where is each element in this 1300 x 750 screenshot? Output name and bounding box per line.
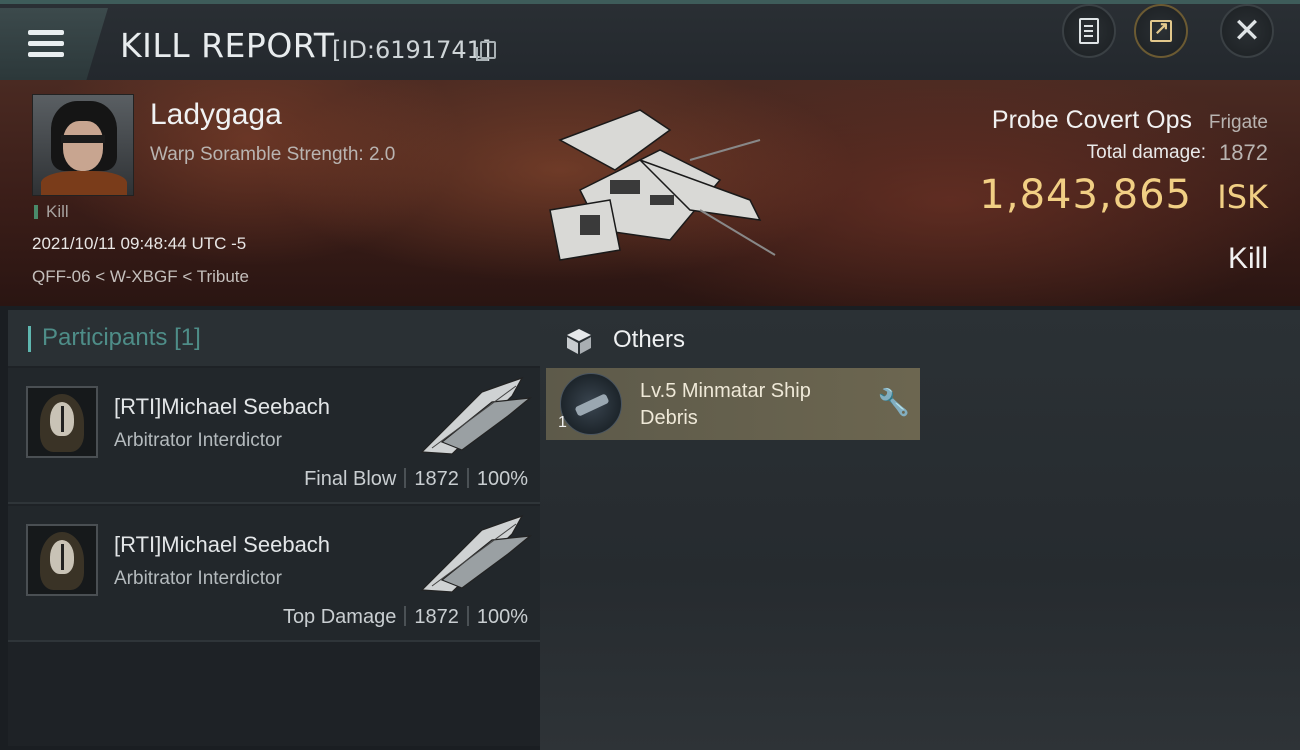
copy-icon[interactable] (476, 41, 496, 61)
cube-icon (567, 329, 591, 354)
others-title: Others (613, 326, 686, 353)
warp-scramble-strength: Warp Soramble Strength: 2.0 (150, 144, 396, 165)
participant-ship: Arbitrator Interdictor (114, 568, 282, 589)
avatar-mask-slit (61, 406, 64, 432)
participants-title: Participants (42, 324, 168, 351)
others-panel: Others 1 Lv.5 Minmatar Ship Debris 🔧 (540, 310, 1300, 750)
share-icon (1150, 18, 1172, 42)
portrait-suit (41, 171, 127, 195)
participant-ship-image[interactable] (412, 510, 534, 600)
isk-unit: ISK (1217, 178, 1268, 216)
kill-tag: Kill (34, 203, 69, 220)
report-icon (1079, 18, 1099, 44)
menu-icon-bar (28, 41, 64, 46)
participant-row[interactable]: [RTI]Michael Seebach Arbitrator Interdic… (8, 506, 540, 642)
item-card[interactable]: 1 Lv.5 Minmatar Ship Debris 🔧 (546, 368, 920, 440)
participants-tab[interactable]: Participants [1] (8, 310, 540, 366)
menu-icon (28, 30, 64, 35)
share-button[interactable] (1134, 4, 1188, 58)
participant-damage: 1872 (414, 606, 459, 628)
divider (404, 468, 407, 488)
menu-icon-bar (28, 52, 64, 57)
participant-damage: 1872 (414, 468, 459, 490)
avatar-mask-slit (61, 544, 64, 570)
isk-value: 1,843,865 (979, 172, 1192, 218)
total-damage-value: 1872 (1219, 140, 1268, 165)
participant-row[interactable]: [RTI]Michael Seebach Arbitrator Interdic… (8, 368, 540, 504)
avatar[interactable] (26, 524, 98, 596)
participant-role: Final Blow (304, 468, 397, 490)
divider (404, 606, 407, 626)
victim-ship-name[interactable]: Probe Covert Ops (992, 106, 1192, 135)
participant-ship-image[interactable] (412, 372, 534, 462)
victim-ship-image[interactable] (520, 100, 790, 280)
avatar[interactable] (26, 386, 98, 458)
kill-datetime: 2021/10/11 09:48:44 UTC -5 (32, 234, 247, 253)
top-bar: KILL REPORT [ID:6191741] ✕ (0, 0, 1300, 80)
victim-ship-class: Frigate (1208, 112, 1268, 133)
participant-stats: Top Damage 1872 100% (283, 606, 528, 629)
participant-percent: 100% (476, 606, 528, 628)
participant-percent: 100% (476, 468, 528, 490)
participant-stats: Final Blow 1872 100% (304, 468, 528, 491)
participant-name: [RTI]Michael Seebach (114, 394, 331, 419)
participants-count: [1] (174, 324, 201, 351)
divider (466, 468, 469, 488)
participants-panel: Participants [1] [RTI]Michael Seebach Ar… (8, 310, 540, 746)
close-button[interactable]: ✕ (1220, 4, 1274, 58)
portrait-visor (61, 135, 105, 143)
report-id: [ID:6191741] (332, 36, 492, 64)
victim-banner: Ladygaga Warp Soramble Strength: 2.0 Kil… (0, 80, 1300, 306)
others-header: Others (540, 310, 1300, 370)
item-icon (560, 373, 622, 435)
item-quantity: 1 (558, 414, 567, 431)
result-label: Kill (1227, 242, 1268, 275)
report-button[interactable] (1062, 4, 1116, 58)
menu-button[interactable] (0, 8, 108, 80)
participant-ship: Arbitrator Interdictor (114, 430, 282, 451)
divider (466, 606, 469, 626)
total-damage-label: Total damage: (1086, 142, 1206, 163)
participant-role: Top Damage (282, 606, 397, 628)
close-icon: ✕ (1232, 11, 1262, 51)
victim-name[interactable]: Ladygaga (150, 98, 282, 132)
participant-name: [RTI]Michael Seebach (114, 532, 331, 557)
portrait-face (63, 121, 103, 171)
wrench-icon[interactable]: 🔧 (878, 390, 910, 416)
item-name: Lv.5 Minmatar Ship Debris (640, 380, 811, 429)
tab-accent (28, 326, 31, 352)
page-title: KILL REPORT (120, 26, 335, 65)
kill-location: QFF-06 < W-XBGF < Tribute (32, 267, 249, 286)
participants-title-row: Participants [1] (42, 324, 201, 352)
victim-portrait[interactable] (32, 94, 134, 196)
